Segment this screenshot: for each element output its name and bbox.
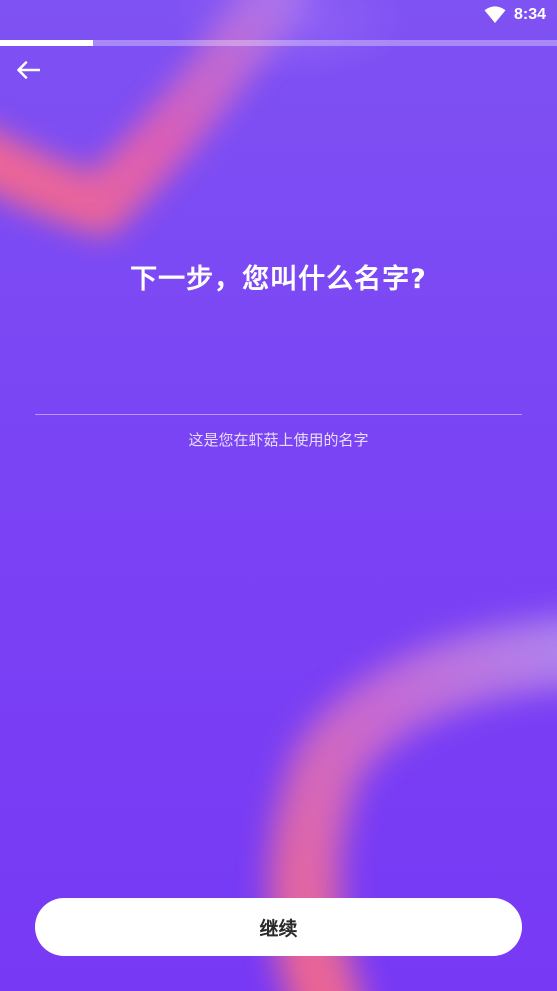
continue-button[interactable]: 继续	[35, 898, 522, 956]
background-decoration	[0, 0, 557, 991]
page-title: 下一步，您叫什么名字?	[130, 264, 427, 295]
name-helper-text: 这是您在虾菇上使用的名字	[188, 431, 369, 449]
wifi-icon	[484, 6, 506, 23]
arrow-left-icon	[17, 61, 40, 79]
top-ribbon-decoration	[0, 0, 307, 237]
progress-bar-fill	[0, 40, 94, 46]
status-bar: 8:34	[0, 0, 557, 30]
progress-bar	[0, 40, 557, 46]
name-input[interactable]	[35, 366, 522, 415]
onboarding-screen: 8:34 下一步，您叫什么名字? 这是您在虾菇上使用的名字 继续	[0, 0, 557, 991]
status-time: 8:34	[514, 6, 547, 23]
back-button[interactable]	[10, 54, 46, 86]
